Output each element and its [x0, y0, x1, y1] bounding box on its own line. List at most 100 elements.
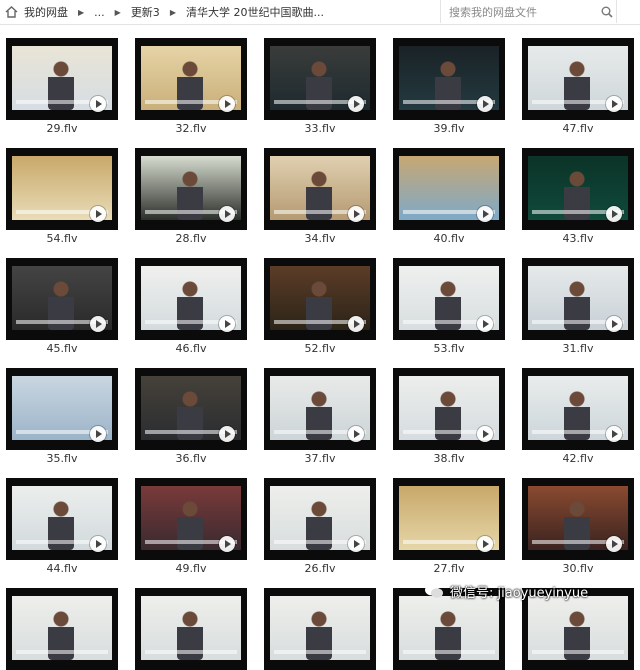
video-thumbnail[interactable]: [522, 38, 634, 120]
watermark-text: 微信号: jiaoyueyinyue: [450, 585, 589, 601]
file-name[interactable]: 35.flv: [6, 452, 118, 465]
file-name[interactable]: 44.flv: [6, 562, 118, 575]
play-icon[interactable]: [219, 426, 235, 442]
file-name[interactable]: 42.flv: [522, 452, 634, 465]
play-icon[interactable]: [348, 536, 364, 552]
video-thumbnail[interactable]: [264, 258, 376, 340]
file-name[interactable]: 33.flv: [264, 122, 376, 135]
file-name[interactable]: 38.flv: [393, 452, 505, 465]
file-name[interactable]: 34.flv: [264, 232, 376, 245]
chevron-right-icon: ▶: [78, 7, 85, 17]
breadcrumb-item-ellipsis[interactable]: ...: [90, 6, 109, 19]
video-thumbnail[interactable]: [135, 588, 247, 670]
play-icon[interactable]: [606, 96, 622, 112]
file-name[interactable]: 28.flv: [135, 232, 247, 245]
play-icon[interactable]: [348, 316, 364, 332]
thumbnail-image: [12, 596, 112, 660]
thumbnail-image: [399, 596, 499, 660]
chevron-right-icon: ▶: [169, 7, 176, 17]
play-icon[interactable]: [606, 316, 622, 332]
video-thumbnail[interactable]: [264, 148, 376, 230]
video-thumbnail[interactable]: [264, 38, 376, 120]
file-name[interactable]: 49.flv: [135, 562, 247, 575]
video-thumbnail[interactable]: [135, 368, 247, 450]
chevron-right-icon: ▶: [114, 7, 121, 17]
video-thumbnail[interactable]: [264, 368, 376, 450]
video-thumbnail[interactable]: [135, 38, 247, 120]
play-icon[interactable]: [348, 96, 364, 112]
play-icon[interactable]: [606, 426, 622, 442]
play-icon[interactable]: [477, 426, 493, 442]
file-name[interactable]: 46.flv: [135, 342, 247, 355]
file-name[interactable]: 54.flv: [6, 232, 118, 245]
play-icon[interactable]: [477, 206, 493, 222]
file-name[interactable]: 30.flv: [522, 562, 634, 575]
video-thumbnail[interactable]: [393, 478, 505, 560]
home-icon[interactable]: [2, 0, 20, 24]
file-name[interactable]: 43.flv: [522, 232, 634, 245]
video-thumbnail[interactable]: [522, 478, 634, 560]
video-thumbnail[interactable]: [393, 368, 505, 450]
play-icon[interactable]: [606, 536, 622, 552]
file-name[interactable]: 45.flv: [6, 342, 118, 355]
file-name[interactable]: 27.flv: [393, 562, 505, 575]
search-box[interactable]: 搜索我的网盘文件: [440, 0, 617, 23]
video-thumbnail[interactable]: [393, 38, 505, 120]
play-icon[interactable]: [219, 96, 235, 112]
toolbar-edge: [616, 0, 640, 23]
video-thumbnail[interactable]: [6, 38, 118, 120]
video-thumbnail[interactable]: [6, 258, 118, 340]
subtitle-strip: [274, 650, 366, 654]
play-icon[interactable]: [219, 316, 235, 332]
video-thumbnail[interactable]: [393, 258, 505, 340]
video-thumbnail[interactable]: [264, 478, 376, 560]
file-name[interactable]: 53.flv: [393, 342, 505, 355]
video-thumbnail[interactable]: [522, 368, 634, 450]
play-icon[interactable]: [477, 316, 493, 332]
subtitle-strip: [145, 650, 237, 654]
file-name[interactable]: 39.flv: [393, 122, 505, 135]
video-thumbnail[interactable]: [522, 258, 634, 340]
video-thumbnail[interactable]: [264, 588, 376, 670]
play-icon[interactable]: [477, 96, 493, 112]
search-icon[interactable]: [597, 6, 617, 18]
subtitle-strip: [403, 650, 495, 654]
thumbnail-image: [528, 596, 628, 660]
play-icon[interactable]: [606, 206, 622, 222]
video-thumbnail[interactable]: [6, 148, 118, 230]
file-name[interactable]: 52.flv: [264, 342, 376, 355]
file-name[interactable]: 31.flv: [522, 342, 634, 355]
play-icon[interactable]: [348, 206, 364, 222]
file-name[interactable]: 36.flv: [135, 452, 247, 465]
thumbnail-image: [270, 596, 370, 660]
file-name[interactable]: 32.flv: [135, 122, 247, 135]
play-icon[interactable]: [90, 96, 106, 112]
play-icon[interactable]: [90, 426, 106, 442]
video-thumbnail[interactable]: [6, 588, 118, 670]
search-input[interactable]: 搜索我的网盘文件: [449, 4, 597, 20]
play-icon[interactable]: [348, 426, 364, 442]
file-name[interactable]: 37.flv: [264, 452, 376, 465]
video-thumbnail[interactable]: [135, 258, 247, 340]
breadcrumb: 我的网盘 ▶ ... ▶ 更新3 ▶ 清华大学 20世纪中国歌曲...: [0, 0, 440, 24]
play-icon[interactable]: [90, 316, 106, 332]
play-icon[interactable]: [90, 206, 106, 222]
file-name[interactable]: 40.flv: [393, 232, 505, 245]
subtitle-strip: [16, 650, 108, 654]
breadcrumb-item-update[interactable]: 更新3: [127, 4, 164, 20]
play-icon[interactable]: [90, 536, 106, 552]
video-thumbnail[interactable]: [393, 148, 505, 230]
video-thumbnail[interactable]: [135, 148, 247, 230]
play-icon[interactable]: [219, 206, 235, 222]
breadcrumb-item-root[interactable]: 我的网盘: [20, 4, 72, 20]
file-name[interactable]: 47.flv: [522, 122, 634, 135]
play-icon[interactable]: [477, 536, 493, 552]
video-thumbnail[interactable]: [6, 368, 118, 450]
file-name[interactable]: 29.flv: [6, 122, 118, 135]
video-thumbnail[interactable]: [135, 478, 247, 560]
video-thumbnail[interactable]: [522, 148, 634, 230]
file-name[interactable]: 26.flv: [264, 562, 376, 575]
breadcrumb-item-current[interactable]: 清华大学 20世纪中国歌曲...: [182, 4, 328, 20]
play-icon[interactable]: [219, 536, 235, 552]
video-thumbnail[interactable]: [6, 478, 118, 560]
